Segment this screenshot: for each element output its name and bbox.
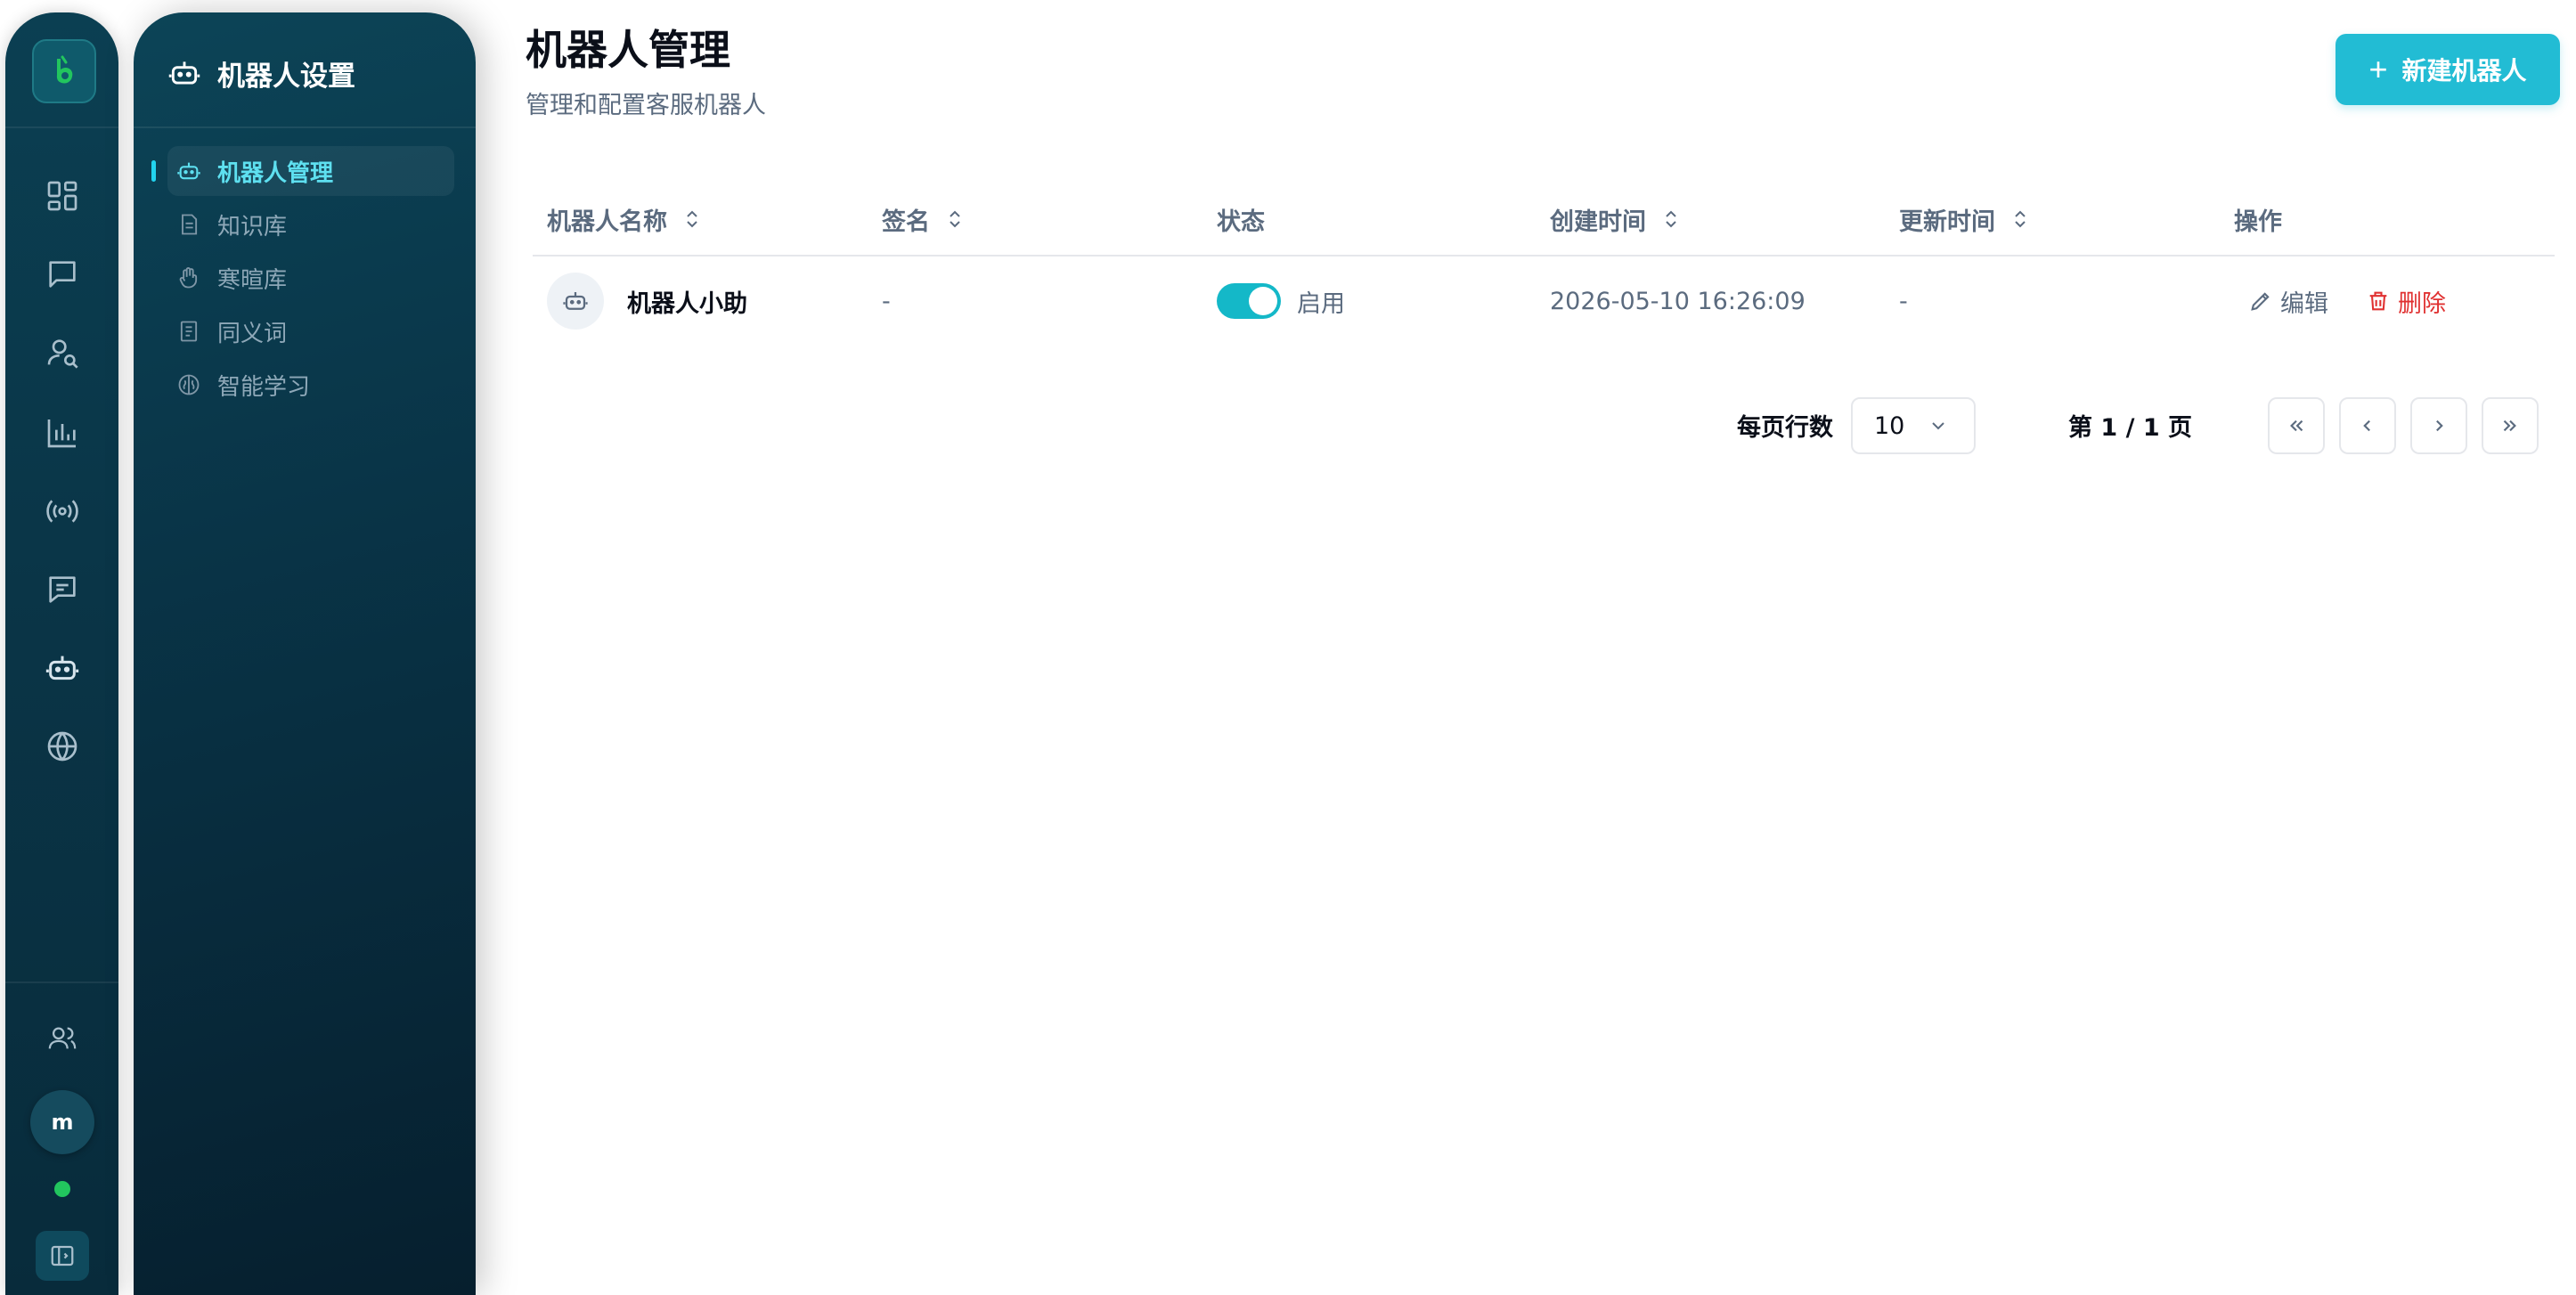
rows-per-page-select[interactable]: 10 <box>1851 397 1976 454</box>
next-page-button[interactable] <box>2410 397 2467 454</box>
column-header-status: 状态 <box>1217 196 1265 242</box>
subnav-item-knowledge-base[interactable]: 知识库 <box>167 200 454 249</box>
page-subtitle: 管理和配置客服机器人 <box>526 92 766 119</box>
cell-created-at: 2026-05-10 16:26:09 <box>1550 287 1806 315</box>
dashboard-icon[interactable] <box>39 173 86 219</box>
column-header-label: 更新时间 <box>1899 208 1995 236</box>
subnav-item-smart-learning[interactable]: 智能学习 <box>167 360 454 410</box>
online-status-dot <box>54 1181 70 1197</box>
hand-wave-icon <box>179 267 198 289</box>
column-header-actions: 操作 <box>2234 196 2282 242</box>
previous-page-button[interactable] <box>2339 397 2396 454</box>
cell-updated-at: - <box>1899 287 1908 315</box>
robot-icon <box>177 162 200 180</box>
globe-icon[interactable] <box>39 723 86 770</box>
status-label: 启用 <box>1297 289 1345 318</box>
column-header-label: 机器人名称 <box>547 208 667 236</box>
robot-name: 机器人小助 <box>627 289 747 318</box>
rail-divider <box>5 126 118 128</box>
subnav-item-label: 同义词 <box>217 320 288 347</box>
chevrons-right-icon <box>2503 419 2516 432</box>
chat-icon[interactable] <box>39 251 86 297</box>
chevrons-left-icon <box>2290 419 2303 432</box>
broadcast-icon[interactable] <box>39 488 86 534</box>
subnav-item-greetings[interactable]: 寒暄库 <box>167 253 454 303</box>
rows-per-page-label: 每页行数 <box>1737 414 1833 442</box>
sort-icon <box>687 210 697 228</box>
chevron-left-icon <box>2363 419 2370 432</box>
new-robot-button[interactable]: + 新建机器人 <box>2336 34 2560 105</box>
subnav-item-label: 智能学习 <box>217 373 311 401</box>
robot-icon <box>168 61 200 85</box>
new-robot-button-label: 新建机器人 <box>2401 57 2527 85</box>
last-page-button[interactable] <box>2482 397 2539 454</box>
column-header-created[interactable]: 创建时间 <box>1550 196 1680 242</box>
page-info: 第 1 / 1 页 <box>2068 414 2193 442</box>
trash-icon <box>2369 291 2387 311</box>
status-toggle[interactable] <box>1217 283 1281 319</box>
toggle-knob <box>1249 287 1277 315</box>
page-title: 机器人管理 <box>526 26 730 74</box>
cell-status: 启用 <box>1217 258 1345 344</box>
column-header-signature[interactable]: 签名 <box>882 196 964 242</box>
rows-per-page-value: 10 <box>1874 411 1905 440</box>
user-avatar[interactable]: m <box>30 1090 94 1154</box>
column-header-label: 签名 <box>882 208 930 236</box>
sidebar-toggle-icon <box>51 1245 74 1266</box>
message-icon[interactable] <box>39 566 86 613</box>
brand-logo-icon[interactable] <box>32 39 96 103</box>
icon-rail: m <box>5 12 118 1295</box>
column-header-label: 创建时间 <box>1550 208 1646 236</box>
brain-icon <box>178 374 200 395</box>
cell-name: 机器人小助 <box>547 258 747 344</box>
analytics-icon[interactable] <box>39 410 86 456</box>
subnav-item-label: 知识库 <box>217 213 288 240</box>
column-header-name[interactable]: 机器人名称 <box>547 196 701 242</box>
table-header: 机器人名称 签名 状态 创建时间 更新时间 操作 <box>533 196 2555 257</box>
edit-button[interactable]: 编辑 <box>2248 284 2328 319</box>
chevron-right-icon <box>2436 419 2443 432</box>
delete-label: 删除 <box>2398 289 2446 318</box>
column-header-label: 操作 <box>2234 208 2282 236</box>
first-page-button[interactable] <box>2268 397 2325 454</box>
table-row: 机器人小助 - 启用 2026-05-10 16:26:09 - 编辑 删除 <box>533 258 2555 344</box>
robot-icon[interactable] <box>39 645 86 691</box>
subnav-item-label: 机器人管理 <box>217 159 334 187</box>
edit-label: 编辑 <box>2280 289 2328 318</box>
column-header-updated[interactable]: 更新时间 <box>1899 196 2029 242</box>
subnav-item-robot-management[interactable]: 机器人管理 <box>167 146 454 196</box>
sort-icon <box>2015 210 2026 228</box>
subnav-header: 机器人设置 <box>167 50 355 96</box>
pencil-icon <box>2251 292 2270 311</box>
subnav-item-label: 寒暄库 <box>217 266 288 294</box>
plus-icon: + <box>2368 51 2388 87</box>
book-icon <box>180 321 198 342</box>
robot-icon <box>563 292 588 310</box>
robot-avatar <box>547 273 604 330</box>
sort-icon <box>1666 210 1676 228</box>
chevron-down-icon <box>1932 422 1944 430</box>
subnav-item-synonyms[interactable]: 同义词 <box>167 306 454 356</box>
document-icon <box>182 214 198 235</box>
active-indicator <box>151 160 156 182</box>
avatar-initial: m <box>51 1110 74 1135</box>
delete-button[interactable]: 删除 <box>2366 284 2446 319</box>
sort-icon <box>950 210 960 228</box>
cell-actions: 编辑 删除 <box>2248 258 2483 344</box>
user-search-icon[interactable] <box>39 330 86 376</box>
rail-divider <box>5 981 118 983</box>
subnav-title: 机器人设置 <box>217 60 355 93</box>
users-icon[interactable] <box>39 1015 86 1062</box>
subnav-divider <box>134 126 476 128</box>
column-header-label: 状态 <box>1217 208 1265 236</box>
cell-signature: - <box>882 287 891 315</box>
